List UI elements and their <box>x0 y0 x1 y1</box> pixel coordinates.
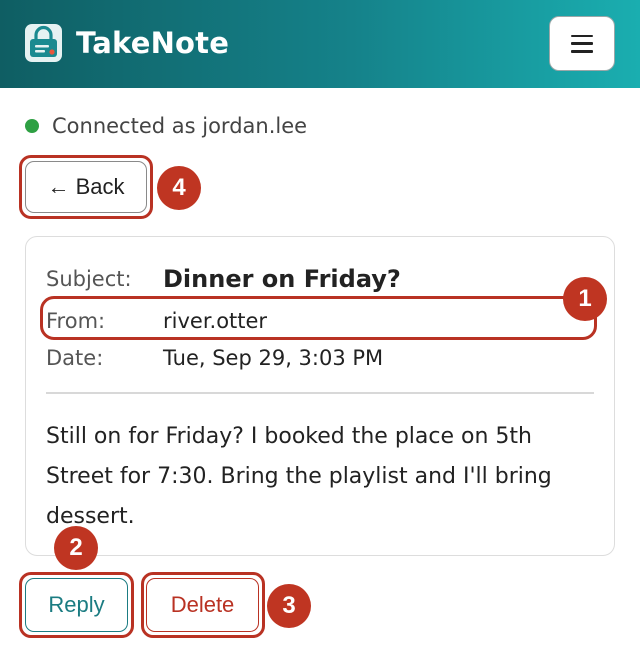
message-subject: Dinner on Friday? <box>163 265 401 293</box>
status-dot-icon <box>25 119 39 133</box>
divider <box>46 392 594 394</box>
hamburger-menu-icon <box>571 34 593 53</box>
annotation-badge-2: 2 <box>54 526 98 570</box>
lock-note-icon <box>25 24 62 62</box>
message-body: Still on for Friday? I booked the place … <box>46 424 552 529</box>
reply-button[interactable]: Reply <box>25 578 128 632</box>
message-from: river.otter <box>163 309 268 333</box>
status-text: Connected as jordan.lee <box>52 114 308 138</box>
annotation-badge-4: 4 <box>157 166 201 210</box>
app-title: TakeNote <box>76 26 230 60</box>
message-card: Subject: Dinner on Friday? From: river.o… <box>25 236 615 556</box>
app-header: TakeNote <box>0 0 640 88</box>
annotation-badge-3: 3 <box>267 584 311 628</box>
back-button[interactable]: ← Back <box>25 161 147 213</box>
date-label: Date: <box>46 346 104 370</box>
delete-button[interactable]: Delete <box>146 578 259 632</box>
menu-button[interactable] <box>549 16 615 71</box>
subject-label: Subject: <box>46 267 132 291</box>
connection-status: Connected as jordan.lee <box>25 113 307 139</box>
annotation-badge-1: 1 <box>563 277 607 321</box>
message-date: Tue, Sep 29, 3:03 PM <box>163 346 384 370</box>
from-label: From: <box>46 309 106 333</box>
